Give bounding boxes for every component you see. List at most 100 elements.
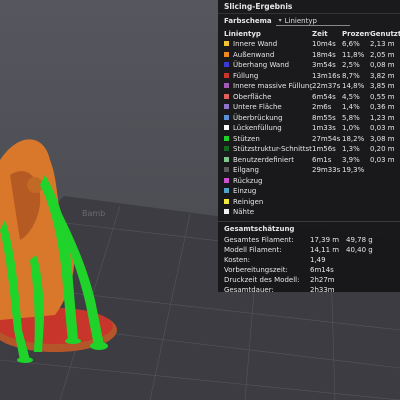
time-cell <box>312 176 342 187</box>
color-swatch-icon <box>224 156 229 162</box>
color-swatch-icon <box>224 51 229 57</box>
line-type-cell: Nähte <box>224 207 312 218</box>
length-cell: 0,03 m <box>370 124 395 133</box>
line-type-label: Untere Fläche <box>233 103 282 112</box>
line-type-cell: Innere massive Füllung <box>224 81 312 92</box>
percent-cell <box>342 207 370 218</box>
percent-cell: 18,2% <box>342 134 365 143</box>
chevron-down-icon: ▾ <box>278 16 282 24</box>
summary-title: Gesamtschätzung <box>224 224 295 233</box>
line-type-table: Linientyp Zeit Prozent Genutzt Innere Wa… <box>224 28 400 218</box>
line-type-label: Benutzerdefiniert <box>233 155 294 164</box>
percent-cell: 11,8% <box>342 50 365 59</box>
line-type-label: Nähte <box>233 208 255 217</box>
line-type-cell: Stützstruktur-Schnittstelle <box>224 144 312 155</box>
line-type-cell: Reinigen <box>224 197 312 208</box>
time-cell <box>312 207 342 218</box>
line-type-cell: Füllung <box>224 71 312 82</box>
table-row: Überhang Wand 3m54s 2,5% 0,08 m <box>224 60 400 71</box>
color-swatch-icon <box>224 83 229 89</box>
table-row: Innere Wand 10m4s 6,6% 2,13 m <box>224 39 400 50</box>
percent-cell: 1,3% <box>342 145 360 154</box>
line-type-label: Einzug <box>233 187 257 196</box>
percent-cell: 8,7% <box>342 71 360 80</box>
color-swatch-icon <box>224 72 229 78</box>
percent-cell <box>342 197 370 208</box>
length-cell: 0,08 m <box>370 61 395 70</box>
time-cell: 3m54s <box>312 61 336 70</box>
summary-value: 1,49 <box>310 255 326 264</box>
table-row: Oberfläche 6m54s 4,5% 0,55 m <box>224 92 400 103</box>
line-type-label: Innere Wand <box>233 40 278 49</box>
time-cell <box>312 186 342 197</box>
summary-value-secondary <box>346 285 396 292</box>
table-row: Lückenfüllung 1m33s 1,0% 0,03 m <box>224 123 400 134</box>
line-type-label: Eilgang <box>233 166 259 175</box>
table-row: Stützstruktur-Schnittstelle1m56s 1,3% 0,20… <box>224 144 400 155</box>
color-scheme-select[interactable]: ▾ Linientyp <box>275 16 350 26</box>
line-type-cell: Oberfläche <box>224 92 312 103</box>
time-cell: 27m54s <box>312 134 341 143</box>
table-row: Füllung 13m16s 8,7% 3,82 m <box>224 71 400 82</box>
length-cell <box>370 186 400 197</box>
length-cell <box>370 207 400 218</box>
percent-cell: 2,5% <box>342 61 360 70</box>
percent-cell: 19,3% <box>342 166 365 175</box>
time-cell: 6m1s <box>312 155 332 164</box>
length-cell <box>370 165 400 176</box>
color-swatch-icon <box>224 198 229 204</box>
table-header: Linientyp Zeit Prozent Genutzt <box>224 28 400 39</box>
line-type-label: Außenwand <box>233 50 275 59</box>
table-row: Nähte <box>224 207 400 218</box>
table-row: Eilgang 29m33s 19,3% <box>224 165 400 176</box>
length-cell: 3,08 m <box>370 134 395 143</box>
summary-value: 17,39 m <box>310 235 340 244</box>
line-type-cell: Innere Wand <box>224 39 312 50</box>
line-type-cell: Untere Fläche <box>224 102 312 113</box>
summary-value: 2h27m <box>310 276 335 285</box>
summary-value: 14,11 m <box>310 245 340 254</box>
length-cell: 1,23 m <box>370 113 395 122</box>
line-type-cell: Außenwand <box>224 50 312 61</box>
line-type-cell: Einzug <box>224 186 312 197</box>
summary-row: Kosten: 1,49 <box>218 255 400 265</box>
time-cell: 2m6s <box>312 103 332 112</box>
percent-cell <box>342 186 370 197</box>
color-scheme-row: Farbschema ▾ Linientyp <box>218 14 400 28</box>
time-cell: 22m37s <box>312 82 341 91</box>
color-swatch-icon <box>224 209 229 215</box>
line-type-cell: Stützen <box>224 134 312 145</box>
color-swatch-icon <box>224 93 229 99</box>
percent-cell: 3,9% <box>342 155 360 164</box>
line-type-cell: Rückzug <box>224 176 312 187</box>
summary-value-secondary <box>346 275 396 285</box>
percent-cell: 5,8% <box>342 113 360 122</box>
summary-label: Druckzeit des Modell: <box>224 276 300 285</box>
percent-cell: 1,0% <box>342 124 360 133</box>
length-cell: 3,82 m <box>370 71 395 80</box>
header-line-type: Linientyp <box>224 29 261 38</box>
line-type-cell: Benutzerdefiniert <box>224 155 312 166</box>
line-type-cell: Eilgang <box>224 165 312 176</box>
table-row: Rückzug <box>224 176 400 187</box>
percent-cell: 14,8% <box>342 82 365 91</box>
summary-row: Modell Filament: 14,11 m 40,40 g <box>218 245 400 255</box>
summary-label: Gesamtdauer: <box>224 286 274 292</box>
color-swatch-icon <box>224 146 229 152</box>
line-type-label: Lückenfüllung <box>233 124 282 133</box>
header-length: Genutzt <box>370 29 400 38</box>
panel-title: Slicing-Ergebnis <box>218 0 400 14</box>
line-type-label: Überhang Wand <box>233 61 290 70</box>
color-scheme-value: Linientyp <box>284 16 317 25</box>
summary-row: Vorbereitungszeit: 6m14s <box>218 265 400 275</box>
line-type-label: Rückzug <box>233 176 263 185</box>
line-type-label: Innere massive Füllung <box>233 82 312 91</box>
header-percent: Prozent <box>342 29 370 38</box>
color-swatch-icon <box>224 104 229 110</box>
length-cell <box>370 176 400 187</box>
time-cell: 1m56s <box>312 145 336 154</box>
length-cell: 0,55 m <box>370 92 395 101</box>
length-cell: 2,05 m <box>370 50 395 59</box>
time-cell: 8m55s <box>312 113 336 122</box>
color-swatch-icon <box>224 177 229 183</box>
